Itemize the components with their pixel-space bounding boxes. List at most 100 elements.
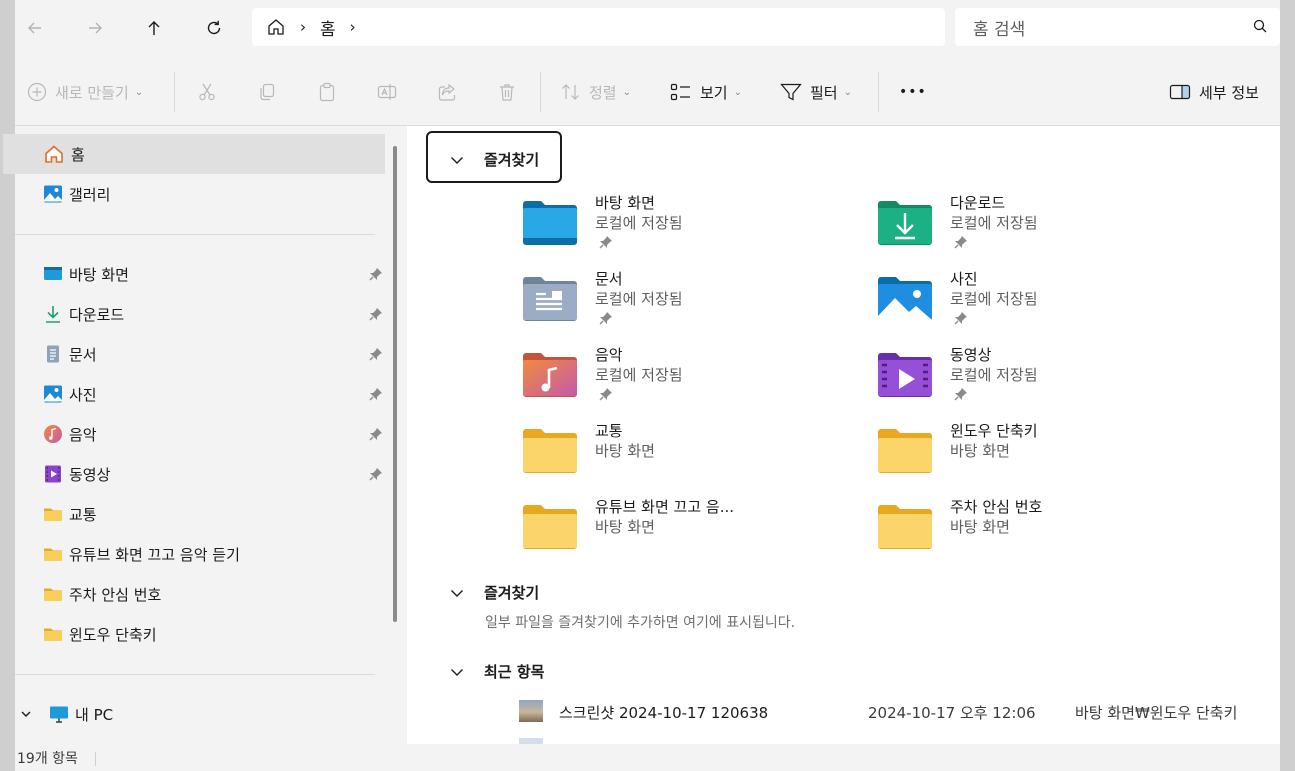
- folder-icon: [523, 505, 577, 549]
- forward-button[interactable]: [79, 12, 111, 44]
- sidebar-item-folder[interactable]: 윈도우 단축키: [15, 614, 385, 654]
- sidebar-item-label: 사진: [69, 385, 97, 404]
- pin-icon[interactable]: [369, 387, 383, 401]
- breadcrumb-chevron-icon[interactable]: ›: [350, 18, 356, 36]
- sidebar-item-documents[interactable]: 문서: [15, 334, 385, 374]
- tile-folder[interactable]: 주차 안심 번호 바탕 화면: [877, 496, 1207, 562]
- tile-subtitle: 바탕 화면: [595, 518, 655, 536]
- desktop-icon: [44, 267, 62, 280]
- tile-folder[interactable]: 윈도우 단축키 바탕 화면: [877, 420, 1207, 486]
- tile-name: 다운로드: [950, 194, 1006, 212]
- sidebar-scrollbar[interactable]: [393, 146, 397, 622]
- sidebar-item-gallery[interactable]: 갤러리: [15, 174, 385, 214]
- tile-subtitle: 로컬에 저장됨: [595, 290, 683, 308]
- sidebar-item-this-pc[interactable]: 내 PC: [15, 694, 385, 734]
- recent-file-date: 2024-10-17 오후 12:06: [868, 704, 1036, 722]
- favorites-header[interactable]: 즐겨찾기: [450, 582, 539, 603]
- sidebar-item-label: 홈: [71, 145, 85, 164]
- folder-icon: [878, 505, 932, 549]
- sidebar-item-videos[interactable]: 동영상: [15, 454, 385, 494]
- toolbar-divider: [540, 72, 541, 112]
- details-pane-button[interactable]: 세부 정보: [1169, 78, 1259, 106]
- breadcrumb-home[interactable]: 홈: [320, 15, 336, 40]
- gallery-icon: [44, 185, 62, 203]
- refresh-button[interactable]: [198, 12, 230, 44]
- pin-icon: [599, 312, 612, 325]
- item-count: 19개 항목: [17, 751, 78, 767]
- view-button[interactable]: 보기 ⌄: [670, 78, 742, 106]
- arrow-left-icon: [28, 22, 41, 34]
- up-button[interactable]: [138, 12, 170, 44]
- tile-pictures[interactable]: 사진 로컬에 저장됨: [877, 268, 1207, 334]
- folder-icon: [523, 429, 577, 473]
- rename-button[interactable]: [377, 78, 397, 106]
- tile-name: 윈도우 단축키: [950, 422, 1038, 440]
- new-button[interactable]: 새로 만들기 ⌄: [27, 78, 143, 106]
- tile-folder[interactable]: 교통 바탕 화면: [522, 420, 852, 486]
- sidebar-item-desktop[interactable]: 바탕 화면: [15, 254, 385, 294]
- recent-file-row[interactable]: 스크린샷 2024-10-17 120638 2024-10-17 오후 12:…: [519, 698, 1259, 728]
- tile-desktop[interactable]: 바탕 화면 로컬에 저장됨: [522, 192, 852, 258]
- folder-icon: [44, 508, 62, 521]
- tile-name: 사진: [950, 270, 978, 288]
- sidebar-item-downloads[interactable]: 다운로드: [15, 294, 385, 334]
- more-options-button[interactable]: •••: [899, 78, 927, 106]
- pin-icon[interactable]: [369, 427, 383, 441]
- back-button[interactable]: [19, 12, 51, 44]
- chevron-down-icon[interactable]: [15, 708, 37, 720]
- sidebar-item-label: 내 PC: [75, 705, 114, 724]
- sort-button-label: 정렬: [589, 83, 617, 102]
- pin-icon: [954, 236, 967, 249]
- sidebar-item-folder[interactable]: 유튜브 화면 끄고 음악 듣기: [15, 534, 385, 574]
- pin-icon[interactable]: [369, 307, 383, 321]
- chevron-down-icon: ⌄: [134, 86, 144, 98]
- tile-documents[interactable]: 문서 로컬에 저장됨: [522, 268, 852, 334]
- recent-header[interactable]: 최근 항목: [450, 661, 544, 682]
- file-explorer-window: › 홈 › 홈 검색 새로 만들기 ⌄ 정렬 ⌄ 보기 ⌄ 필터 ⌄ ••• 세…: [0, 0, 1295, 771]
- sidebar-item-folder[interactable]: 주차 안심 번호: [15, 574, 385, 614]
- content-pane: 즐겨찾기 바탕 화면 로컬에 저장됨 다운로드 로컬에 저장됨 문서 로컬에 저…: [407, 126, 1280, 744]
- pin-icon: [599, 388, 612, 401]
- sidebar-item-pictures[interactable]: 사진: [15, 374, 385, 414]
- section-title: 최근 항목: [484, 663, 545, 681]
- view-list-icon: [670, 83, 690, 101]
- delete-button[interactable]: [497, 78, 517, 106]
- pin-icon[interactable]: [369, 267, 383, 281]
- desktop-folder-icon: [523, 201, 577, 245]
- tile-subtitle: 바탕 화면: [595, 442, 655, 460]
- paste-button[interactable]: [317, 78, 337, 106]
- quick-access-header[interactable]: 즐겨찾기: [450, 149, 539, 170]
- sidebar-item-label: 윈도우 단축키: [69, 625, 157, 644]
- breadcrumb-chevron-icon[interactable]: ›: [300, 18, 306, 36]
- pin-icon[interactable]: [369, 347, 383, 361]
- tile-folder[interactable]: 유튜브 화면 끄고 음... 바탕 화면: [522, 496, 852, 562]
- tile-subtitle: 로컬에 저장됨: [595, 214, 683, 232]
- filter-button[interactable]: 필터 ⌄: [780, 78, 852, 106]
- copy-button[interactable]: [257, 78, 277, 106]
- computer-icon: [50, 706, 68, 723]
- sidebar-item-label: 문서: [69, 345, 97, 364]
- sidebar-item-music[interactable]: 음악: [15, 414, 385, 454]
- more-icon: •••: [899, 84, 927, 100]
- sidebar-divider: [15, 674, 375, 675]
- sort-button[interactable]: 정렬 ⌄: [561, 78, 631, 106]
- download-icon: [46, 306, 60, 323]
- address-bar[interactable]: › 홈 ›: [252, 8, 945, 46]
- sidebar-item-label: 주차 안심 번호: [69, 585, 162, 604]
- share-button[interactable]: [437, 78, 457, 106]
- videos-folder-icon: [878, 353, 932, 397]
- sidebar-item-label: 유튜브 화면 끄고 음악 듣기: [69, 545, 240, 564]
- sidebar-item-folder[interactable]: 교통: [15, 494, 385, 534]
- recent-file-location: 바탕 화면₩윈도우 단축키: [1075, 704, 1238, 722]
- tile-downloads[interactable]: 다운로드 로컬에 저장됨: [877, 192, 1207, 258]
- cut-button[interactable]: [197, 78, 217, 106]
- tile-videos[interactable]: 동영상 로컬에 저장됨: [877, 344, 1207, 410]
- pin-icon[interactable]: [369, 467, 383, 481]
- sidebar-item-home[interactable]: 홈: [3, 134, 385, 174]
- pin-icon: [954, 388, 967, 401]
- tile-name: 주차 안심 번호: [950, 498, 1043, 516]
- sidebar-divider: [15, 234, 375, 235]
- tile-music[interactable]: 음악 로컬에 저장됨: [522, 344, 852, 410]
- search-box[interactable]: 홈 검색: [955, 8, 1280, 46]
- status-divider: [95, 752, 96, 766]
